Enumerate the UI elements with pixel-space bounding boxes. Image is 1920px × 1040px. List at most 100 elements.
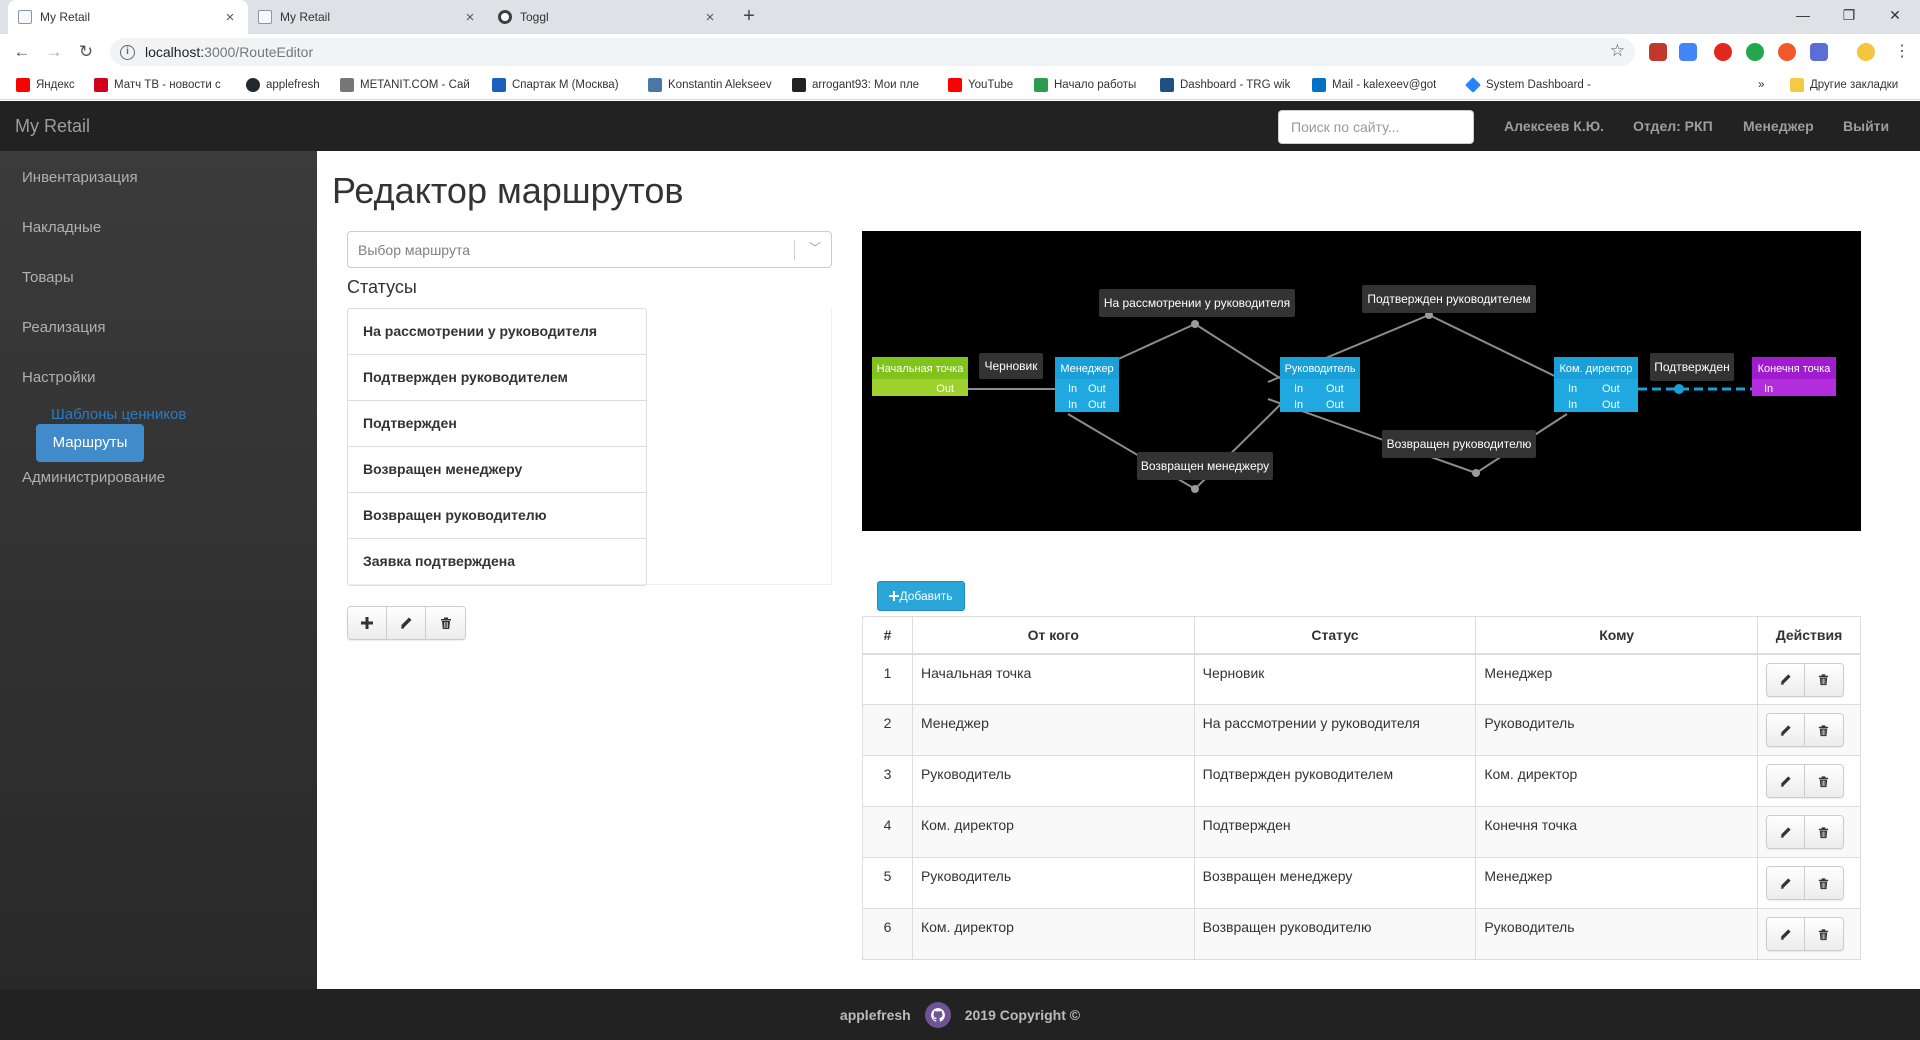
close-icon[interactable]: × [462, 9, 478, 26]
table-row[interactable]: 5 Руководитель Возвращен менеджеру Менеджер [862, 857, 1862, 909]
new-tab-button[interactable]: + [738, 5, 760, 27]
add-route-button[interactable]: Добавить [877, 581, 965, 611]
sidebar-item-settings[interactable]: Настройки [22, 369, 96, 386]
star-icon[interactable]: ☆ [1610, 41, 1625, 61]
table-row[interactable]: 1 Начальная точка Черновик Менеджер [862, 653, 1862, 705]
chevron-down-icon[interactable]: ﹀ [809, 239, 821, 256]
bookmark[interactable]: Dashboard - TRG wik [1160, 76, 1294, 94]
list-item[interactable]: Возвращен менеджеру [348, 447, 646, 493]
logout-link[interactable]: Выйти [1843, 101, 1889, 151]
edge-label-review: На рассмотрении у руководителя [1104, 296, 1290, 310]
sidebar-item-invoices[interactable]: Накладные [22, 219, 101, 236]
extension-icon[interactable] [1649, 43, 1667, 61]
role-link[interactable]: Менеджер [1743, 101, 1814, 151]
bookmark[interactable]: Konstantin Alekseev [648, 76, 778, 94]
delete-route-button[interactable] [1804, 765, 1843, 797]
edge-label-returned-manager: Возвращен менеджеру [1141, 459, 1269, 473]
edit-route-button[interactable] [1766, 714, 1805, 746]
browser-tab[interactable]: My Retail × [248, 0, 488, 34]
edit-route-button[interactable] [1766, 918, 1805, 950]
extension-icon[interactable] [1810, 43, 1828, 61]
add-route-label: Добавить [899, 589, 953, 603]
delete-route-button[interactable] [1804, 714, 1843, 746]
table-row[interactable]: 6 Ком. директор Возвращен руководителю Руко… [862, 908, 1862, 960]
translate-icon[interactable] [1679, 43, 1697, 61]
forward-icon[interactable]: → [42, 40, 66, 64]
delete-status-button[interactable] [426, 607, 465, 639]
user-link[interactable]: Алексеев К.Ю. [1504, 101, 1604, 151]
department-link[interactable]: Отдел: РКП [1633, 101, 1713, 151]
list-item[interactable]: Подтвержден руководителем [348, 355, 646, 401]
bookmarks-overflow-button[interactable]: » [1758, 76, 1764, 94]
footer-author[interactable]: applefresh [840, 1007, 911, 1023]
cell-status: Подтвержден руководителем [1193, 755, 1477, 807]
pencil-icon [401, 617, 412, 629]
bookmark[interactable]: arrogant93: Мои пле [792, 76, 930, 94]
table-row[interactable]: 4 Ком. директор Подтвержден Конечня точка [862, 806, 1862, 858]
edit-status-button[interactable] [387, 607, 426, 639]
bookmark[interactable]: YouTube [948, 76, 1018, 94]
close-icon[interactable]: × [702, 9, 718, 26]
browser-tab[interactable]: My Retail × [8, 0, 248, 34]
bookmark[interactable]: Яндекс [16, 76, 78, 94]
edit-route-button[interactable] [1766, 663, 1805, 696]
sidebar-item-inventory[interactable]: Инвентаризация [22, 169, 138, 186]
column-header: # [862, 616, 913, 655]
window-close-button[interactable]: ✕ [1872, 0, 1918, 30]
maximize-button[interactable]: ❐ [1826, 0, 1872, 30]
sidebar-item-sales[interactable]: Реализация [22, 319, 105, 336]
chat-icon[interactable] [1746, 43, 1764, 61]
graph-port-label: Out [1326, 399, 1344, 411]
footer: applefresh 2019 Copyright © [0, 989, 1920, 1040]
delete-route-button[interactable] [1804, 918, 1843, 950]
table-row[interactable]: 3 Руководитель Подтвержден руководителем Ко… [862, 755, 1862, 807]
edit-route-button[interactable] [1766, 816, 1805, 848]
other-bookmarks-folder[interactable]: Другие закладки [1790, 76, 1898, 94]
graph-port-label: In [1294, 383, 1303, 395]
delete-route-button[interactable] [1804, 816, 1843, 848]
bookmark[interactable]: applefresh [246, 76, 326, 94]
opera-icon[interactable] [1714, 43, 1732, 61]
bookmark[interactable]: System Dashboard - [1465, 76, 1600, 94]
bookmark[interactable]: Спартак М (Москва) [492, 76, 628, 94]
row-actions [1765, 866, 1844, 900]
metanit-icon [340, 78, 354, 92]
edit-route-button[interactable] [1766, 867, 1805, 899]
graph-port-label: In [1294, 399, 1303, 411]
reload-icon[interactable]: ↻ [74, 40, 98, 64]
bookmark[interactable]: Начало работы [1034, 76, 1144, 94]
route-graph[interactable]: Начальная точка Out Менеджер In Out In O… [862, 231, 1861, 531]
sidebar-item-administration[interactable]: Администрирование [22, 469, 165, 486]
minimize-button[interactable]: — [1780, 0, 1826, 30]
browser-tab[interactable]: Toggl × [488, 0, 728, 34]
search-input[interactable] [1278, 110, 1474, 144]
menu-icon[interactable]: ⋮ [1890, 40, 1914, 64]
info-icon[interactable]: i [120, 44, 135, 60]
extension-icon[interactable] [1778, 43, 1796, 61]
delete-route-button[interactable] [1804, 663, 1843, 696]
list-item[interactable]: На рассмотрении у руководителя [348, 309, 646, 355]
delete-route-button[interactable] [1804, 867, 1843, 899]
avatar[interactable] [1857, 43, 1875, 61]
back-icon[interactable]: ← [10, 40, 34, 64]
browser-tab-strip: My Retail × My Retail × Toggl × + — ❐ ✕ [0, 0, 1920, 34]
add-status-button[interactable] [348, 607, 387, 639]
bookmark[interactable]: Mail - kalexeev@got [1312, 76, 1444, 94]
yandex-icon [16, 78, 30, 92]
list-item[interactable]: Подтвержден [348, 401, 646, 447]
list-item[interactable]: Возвращен руководителю [348, 493, 646, 539]
sidebar-item-routes[interactable]: Маршруты [36, 424, 144, 462]
sidebar-item-price-templates[interactable]: Шаблоны ценников [51, 406, 186, 423]
edit-route-button[interactable] [1766, 765, 1805, 797]
table-row[interactable]: 2 Менеджер На рассмотрении у руководителя Р… [862, 704, 1862, 756]
route-graph-canvas: Начальная точка Out Менеджер In Out In O… [872, 285, 1836, 493]
address-bar[interactable]: i localhost: 3000/RouteEditor ☆ [110, 38, 1635, 66]
route-select[interactable]: Выбор маршрута ﹀ [347, 231, 832, 268]
github-icon[interactable] [924, 1001, 951, 1028]
bookmark[interactable]: METANIT.COM - Сай [340, 76, 474, 94]
close-icon[interactable]: × [222, 9, 238, 26]
brand-logo[interactable]: My Retail [15, 101, 90, 151]
list-item[interactable]: Заявка подтверждена [348, 539, 646, 585]
sidebar-item-goods[interactable]: Товары [22, 269, 74, 286]
bookmark[interactable]: Матч ТВ - новости с [94, 76, 232, 94]
